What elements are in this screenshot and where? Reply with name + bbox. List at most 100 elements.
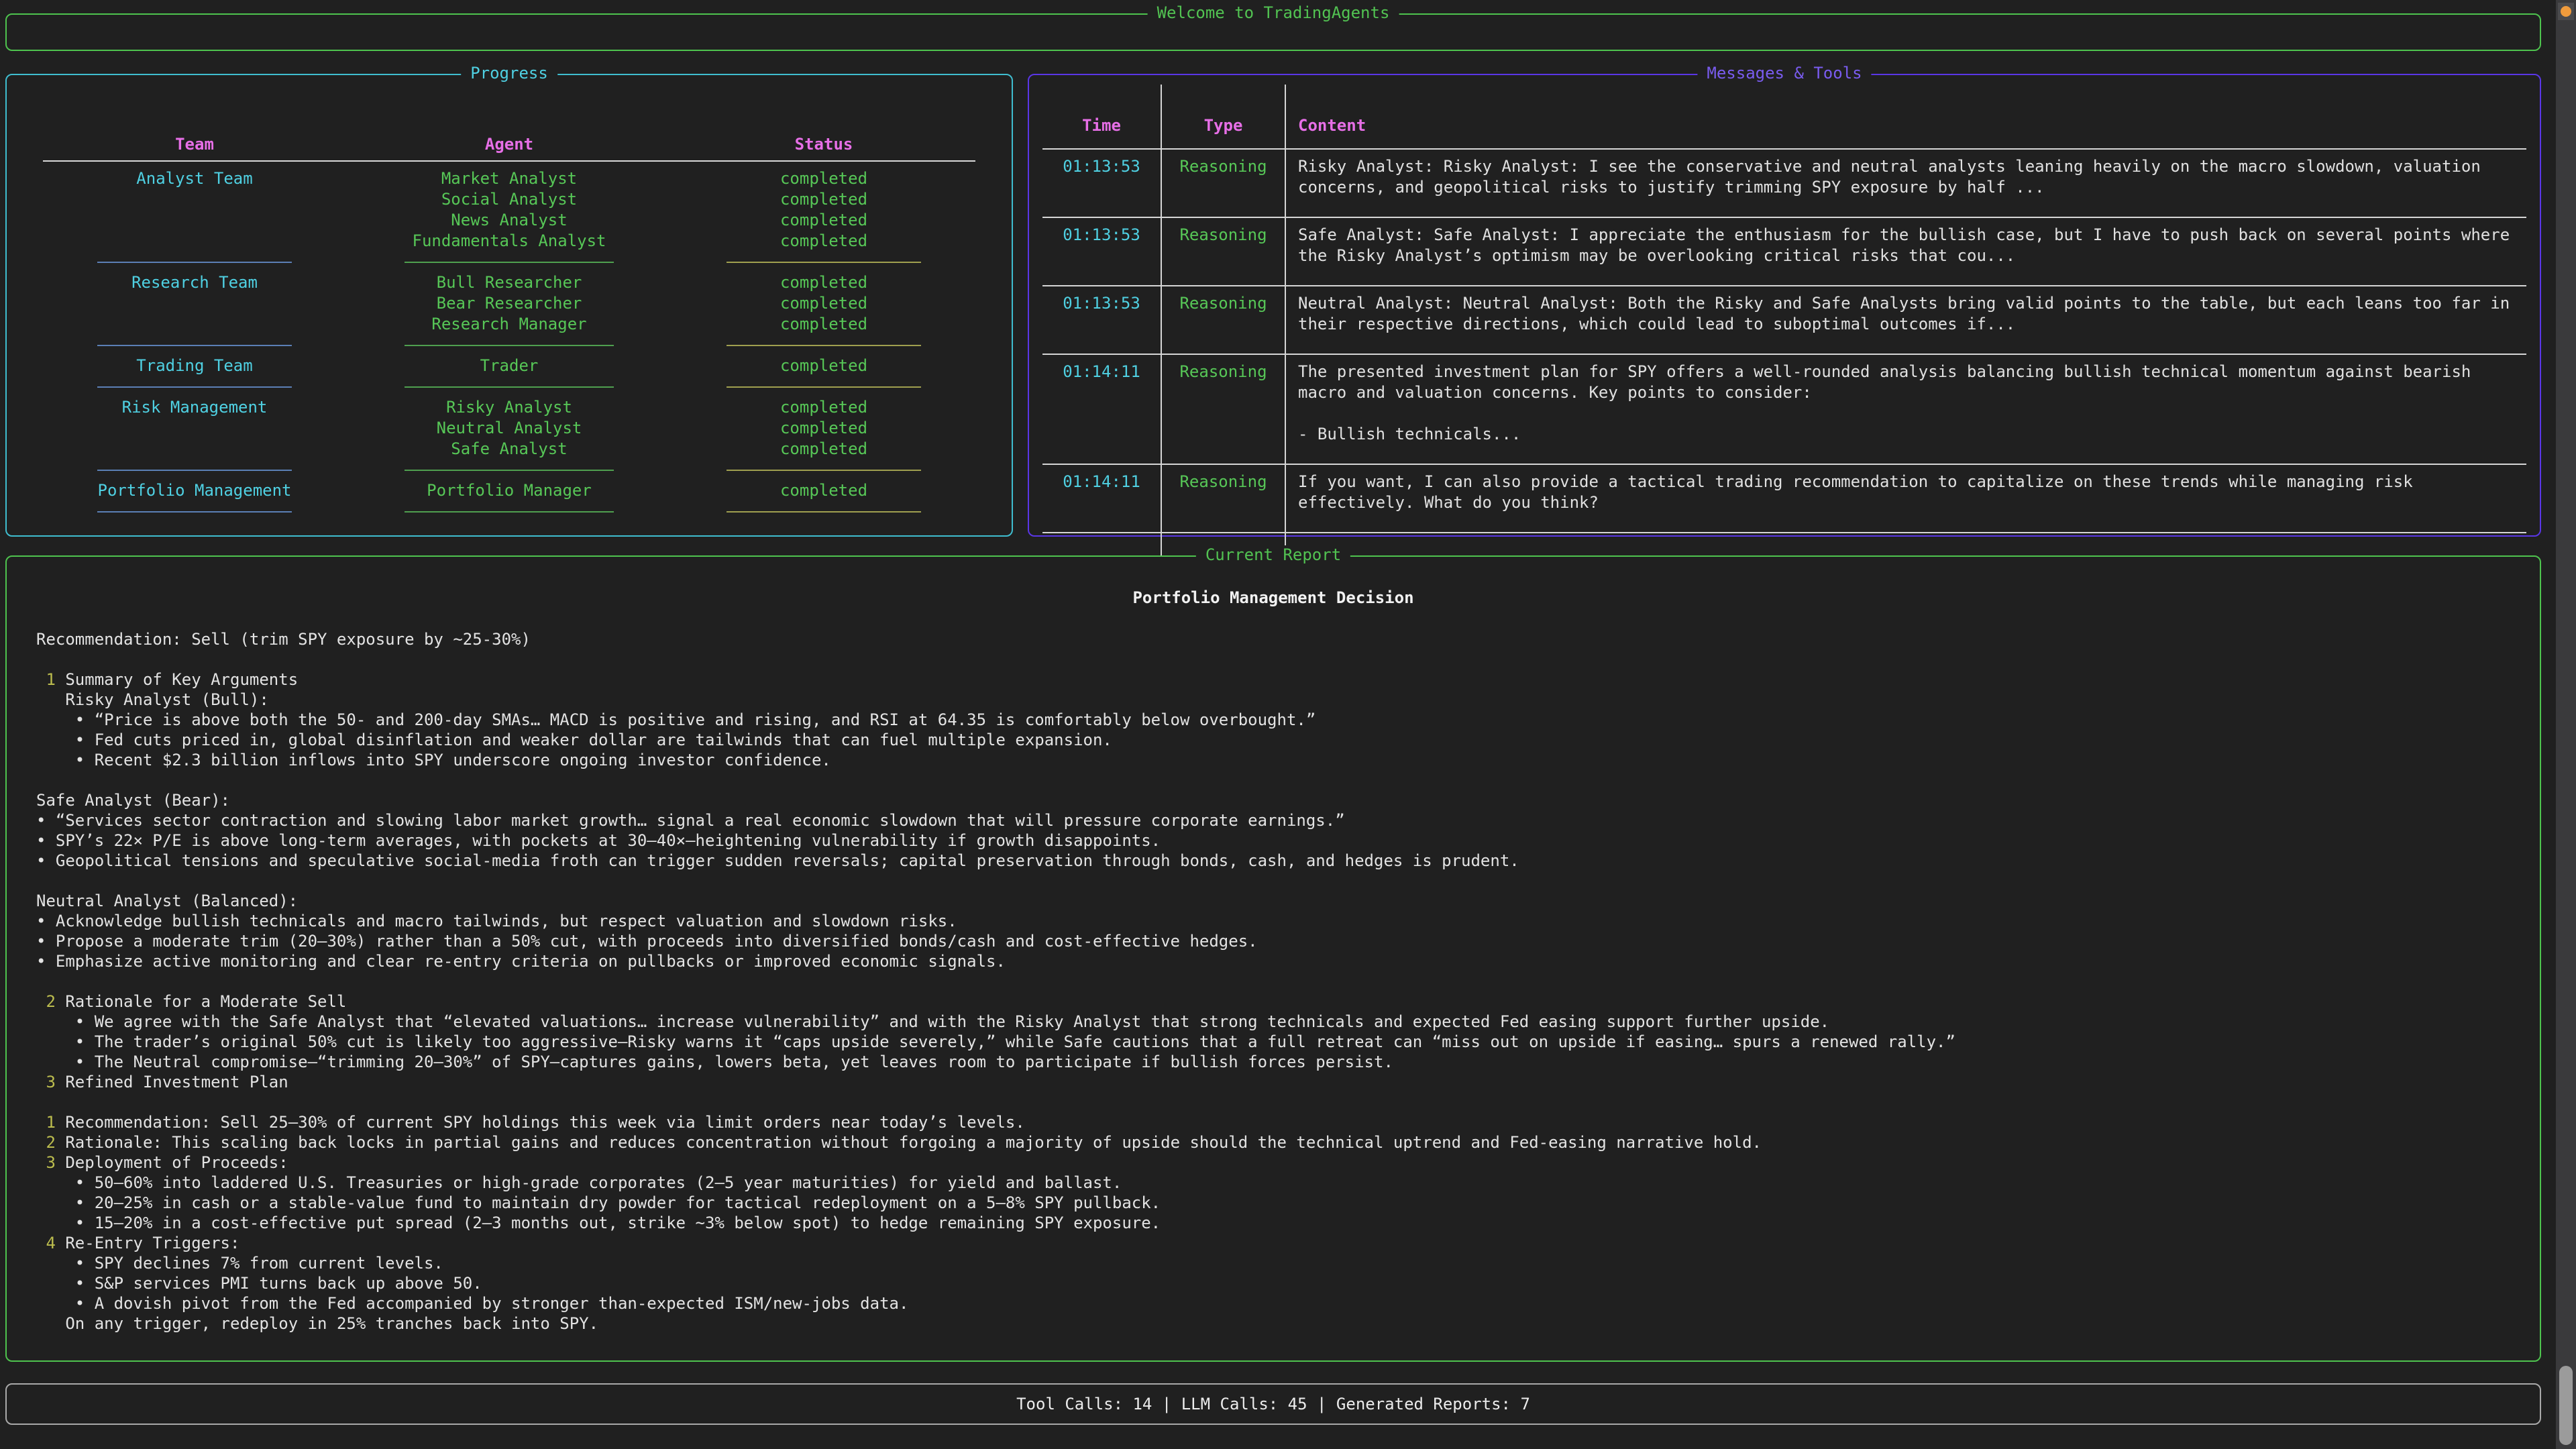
- group-separator-line: [727, 386, 920, 388]
- progress-panel: Progress Team Agent Status Analyst TeamM…: [5, 74, 1013, 537]
- type-cell: Reasoning: [1162, 150, 1286, 218]
- scroll-marker-dot: [2561, 6, 2571, 17]
- scroll-marker: [2558, 3, 2574, 20]
- status-cell: completed: [672, 293, 975, 314]
- report-line: 4 Re-Entry Triggers:: [36, 1233, 2513, 1253]
- team-cell: Research Team: [43, 272, 346, 293]
- report-line-number: 2: [46, 992, 55, 1011]
- status-cell: completed: [672, 231, 975, 252]
- progress-column-team: Team: [43, 134, 346, 160]
- report-line: [36, 971, 2513, 991]
- agent-cell: Social Analyst: [346, 189, 672, 210]
- agent-cell: Safe Analyst: [346, 439, 672, 460]
- type-cell: Reasoning: [1162, 465, 1286, 533]
- group-separator: [43, 501, 346, 522]
- team-cell: [43, 314, 346, 335]
- report-line: On any trigger, redeploy in 25% tranches…: [36, 1313, 2513, 1334]
- report-line: • SPY declines 7% from current levels.: [36, 1253, 2513, 1273]
- group-separator: [672, 376, 975, 397]
- team-cell: Portfolio Management: [43, 480, 346, 501]
- report-line: Neutral Analyst (Balanced):: [36, 891, 2513, 911]
- group-separator-line: [405, 262, 613, 263]
- group-separator-line: [727, 345, 920, 346]
- report-line: • SPY’s 22× P/E is above long-term avera…: [36, 830, 2513, 851]
- terminal-screen: { "app": { "welcome_title": "Welcome to …: [0, 0, 2576, 1449]
- team-cell: Trading Team: [43, 356, 346, 376]
- group-separator: [672, 460, 975, 480]
- group-separator: [346, 460, 672, 480]
- report-line: [36, 649, 2513, 669]
- report-line: Risky Analyst (Bull):: [36, 690, 2513, 710]
- agent-cell: Trader: [346, 356, 672, 376]
- progress-table: Team Agent Status Analyst TeamMarket Ana…: [43, 134, 975, 522]
- current-report-title: Current Report: [1196, 545, 1350, 564]
- report-line: 1 Recommendation: Sell 25–30% of current…: [36, 1112, 2513, 1132]
- group-separator-line: [405, 511, 613, 513]
- status-cell: completed: [672, 189, 975, 210]
- group-separator: [346, 335, 672, 356]
- group-separator-line: [405, 470, 613, 471]
- report-line: 3 Refined Investment Plan: [36, 1072, 2513, 1092]
- agent-cell: Bear Researcher: [346, 293, 672, 314]
- group-separator-line: [97, 345, 291, 346]
- report-line: [36, 1092, 2513, 1112]
- group-separator-line: [97, 511, 291, 513]
- report-line-number: 4: [46, 1234, 55, 1252]
- messages-table-spacer: [1162, 85, 1286, 111]
- report-line: • A dovish pivot from the Fed accompanie…: [36, 1293, 2513, 1313]
- welcome-title: Welcome to TradingAgents: [1148, 3, 1399, 22]
- messages-table-spacer: [1286, 85, 2526, 111]
- group-separator-line: [97, 470, 291, 471]
- group-separator: [672, 501, 975, 522]
- report-line: [36, 770, 2513, 790]
- time-cell: 01:13:53: [1042, 286, 1162, 355]
- report-line: • “Price is above both the 50- and 200-d…: [36, 710, 2513, 730]
- footer-stats-text: Tool Calls: 14 | LLM Calls: 45 | Generat…: [7, 1385, 2540, 1424]
- messages-table: Time Type Content 01:13:53ReasoningRisky…: [1042, 85, 2526, 567]
- group-separator: [346, 376, 672, 397]
- team-cell: [43, 439, 346, 460]
- group-separator: [43, 335, 346, 356]
- scrollbar-track[interactable]: [2556, 0, 2576, 1449]
- content-cell: The presented investment plan for SPY of…: [1286, 355, 2526, 465]
- group-separator-line: [727, 511, 920, 513]
- group-separator-line: [97, 262, 291, 263]
- report-heading: Portfolio Management Decision: [7, 588, 2540, 608]
- status-cell: completed: [672, 168, 975, 189]
- group-separator: [672, 335, 975, 356]
- group-separator: [43, 460, 346, 480]
- type-cell: Reasoning: [1162, 355, 1286, 465]
- team-cell: [43, 418, 346, 439]
- report-line: • 50–60% into laddered U.S. Treasuries o…: [36, 1173, 2513, 1193]
- type-cell: Reasoning: [1162, 218, 1286, 286]
- scrollbar-thumb[interactable]: [2559, 1366, 2573, 1445]
- content-cell: Risky Analyst: Risky Analyst: I see the …: [1286, 150, 2526, 218]
- report-line: • Propose a moderate trim (20–30%) rathe…: [36, 931, 2513, 951]
- progress-column-agent: Agent: [346, 134, 672, 160]
- group-separator-line: [727, 470, 920, 471]
- agent-cell: News Analyst: [346, 210, 672, 231]
- report-line-number: 3: [46, 1073, 55, 1091]
- report-line: • Acknowledge bullish technicals and mac…: [36, 911, 2513, 931]
- footer-stats-panel: Tool Calls: 14 | LLM Calls: 45 | Generat…: [5, 1383, 2541, 1425]
- team-cell: Risk Management: [43, 397, 346, 418]
- messages-panel: Messages & Tools Time Type Content 01:13…: [1028, 74, 2541, 537]
- group-separator: [672, 252, 975, 272]
- welcome-panel: Welcome to TradingAgents: [5, 13, 2541, 51]
- group-separator: [346, 252, 672, 272]
- report-line: • “Services sector contraction and slowi…: [36, 810, 2513, 830]
- agent-cell: Market Analyst: [346, 168, 672, 189]
- team-cell: [43, 293, 346, 314]
- group-separator-line: [405, 386, 613, 388]
- report-line-number: 3: [46, 1153, 55, 1172]
- messages-column-type: Type: [1162, 111, 1286, 150]
- progress-header-separator: [43, 160, 975, 162]
- agent-cell: Portfolio Manager: [346, 480, 672, 501]
- current-report-panel: Current Report Portfolio Management Deci…: [5, 555, 2541, 1362]
- messages-panel-title: Messages & Tools: [1697, 64, 1871, 83]
- report-line: 3 Deployment of Proceeds:: [36, 1152, 2513, 1173]
- type-cell: Reasoning: [1162, 286, 1286, 355]
- status-cell: completed: [672, 210, 975, 231]
- group-separator-line: [97, 386, 291, 388]
- time-cell: 01:14:11: [1042, 465, 1162, 533]
